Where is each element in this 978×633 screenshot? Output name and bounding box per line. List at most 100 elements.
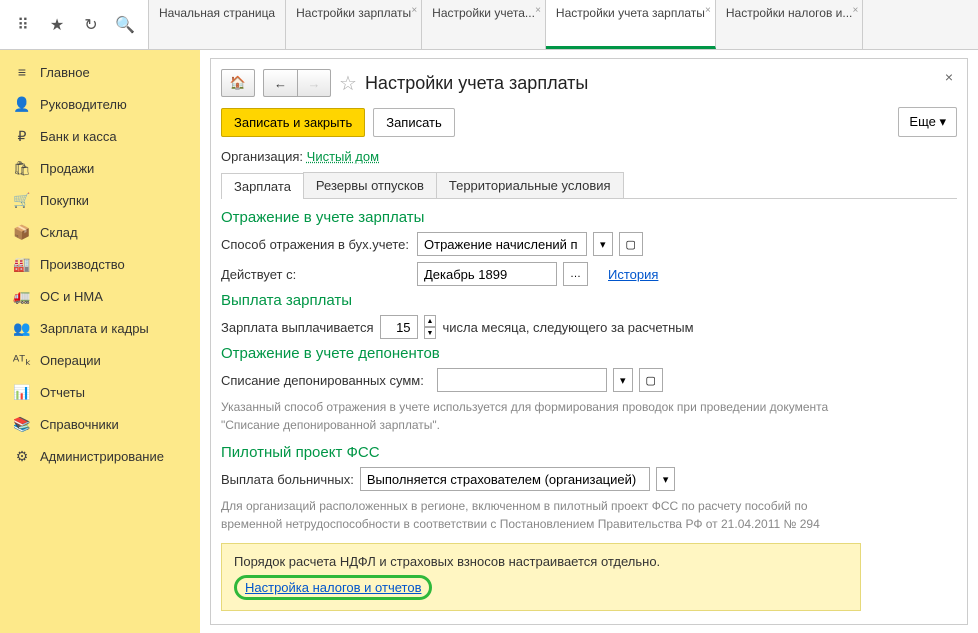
tab-body: Отражение в учете зарплаты Способ отраже… [221,209,957,611]
topbar: ⠿ ★ ↻ 🔍 Начальная страницаНастройки зарп… [0,0,978,50]
content: × 🏠 ← → ☆ Настройки учета зарплаты Запис… [210,58,968,625]
dep-dropdown-button[interactable]: ▾ [613,368,633,392]
sidebar-label: Операции [40,353,101,368]
close-icon[interactable]: × [945,69,953,85]
pay-day-input[interactable] [380,315,418,339]
sidebar-icon: ₽ [14,128,30,144]
section-reflect: Отражение в учете зарплаты [221,209,957,226]
tab-close-icon[interactable]: × [853,4,859,17]
sidebar-label: Склад [40,225,78,240]
sick-input[interactable] [360,467,650,491]
sidebar: ≡ Главное 👤 Руководителю ₽Банк и касса 🛍 Прода… [0,50,200,633]
sidebar-icon: 📚 [14,416,30,432]
star-icon[interactable]: ★ [42,9,72,41]
sick-dropdown-button[interactable]: ▾ [656,467,676,491]
actions-row: Записать и закрыть Записать Еще ▾ [221,107,957,137]
from-picker-button[interactable]: … [563,262,588,286]
sidebar-item[interactable]: ᴬᵀₖ Операции [0,344,200,376]
content-wrap: × 🏠 ← → ☆ Настройки учета зарплаты Запис… [200,50,978,633]
top-tab[interactable]: Настройки зарплаты× [286,0,422,49]
sidebar-item[interactable]: 👤 Руководителю [0,88,200,120]
top-tab[interactable]: Настройки налогов и...× [716,0,864,49]
sidebar-item[interactable]: 🚛 ОС и НМА [0,280,200,312]
from-label: Действует с: [221,267,411,282]
sick-label: Выплата больничных: [221,472,354,487]
pay-suffix: числа месяца, следующего за расчетным [442,320,693,335]
pay-label: Зарплата выплачивается [221,320,374,335]
sick-help: Для организаций расположенных в регионе,… [221,497,861,533]
section-pay: Выплата зарплаты [221,292,957,309]
tab-close-icon[interactable]: × [705,4,711,17]
sidebar-item[interactable]: ₽Банк и касса [0,120,200,152]
sidebar-label: Главное [40,65,90,80]
note-text: Порядок расчета НДФЛ и страховых взносов… [234,554,848,569]
sidebar-icon: 📦 [14,224,30,240]
top-tabs: Начальная страницаНастройки зарплаты×Нас… [149,0,978,49]
dep-open-button[interactable]: ▢ [639,368,663,392]
sidebar-icon: 📊 [14,384,30,400]
sidebar-item[interactable]: 🏭Производство [0,248,200,280]
search-icon[interactable]: 🔍 [110,9,140,41]
tax-settings-link[interactable]: Настройка налогов и отчетов [234,575,432,600]
top-tab[interactable]: Настройки учета зарплаты× [546,0,716,49]
sidebar-item[interactable]: 🛒 Покупки [0,184,200,216]
history-link[interactable]: История [608,267,658,282]
sidebar-label: ОС и НМА [40,289,103,304]
inner-tab[interactable]: Резервы отпусков [303,172,437,198]
reflect-input[interactable] [417,232,587,256]
section-dep: Отражение в учете депонентов [221,345,957,362]
sidebar-icon: 👤 [14,96,30,112]
from-input[interactable] [417,262,557,286]
reflect-open-button[interactable]: ▢ [619,232,643,256]
sidebar-label: Зарплата и кадры [40,321,149,336]
sidebar-icon: 🚛 [14,288,30,304]
reflect-dropdown-button[interactable]: ▾ [593,232,613,256]
org-row: Организация: Чистый дом [221,149,957,164]
sidebar-item[interactable]: ⚙Администрирование [0,440,200,472]
tab-close-icon[interactable]: × [535,4,541,17]
sidebar-label: Руководителю [40,97,127,112]
sidebar-icon: ⚙ [14,448,30,464]
save-button[interactable]: Записать [373,108,455,137]
sidebar-item[interactable]: 👥Зарплата и кадры [0,312,200,344]
sidebar-icon: 🛍 [14,160,30,176]
top-tab[interactable]: Начальная страница [149,0,286,49]
sidebar-icon: 🛒 [14,192,30,208]
tab-close-icon[interactable]: × [411,4,417,17]
more-button[interactable]: Еще ▾ [898,107,957,137]
forward-button[interactable]: → [297,69,331,97]
favorite-icon[interactable]: ☆ [339,71,357,96]
sidebar-icon: 🏭 [14,256,30,272]
sidebar-label: Справочники [40,417,119,432]
stepper-down[interactable]: ▼ [424,327,437,339]
sidebar-item[interactable]: 📊Отчеты [0,376,200,408]
sidebar-icon: ᴬᵀₖ [14,352,30,368]
toolbar-icons: ⠿ ★ ↻ 🔍 [0,0,149,49]
nav-toolbar: 🏠 ← → ☆ Настройки учета зарплаты [221,69,957,97]
org-link[interactable]: Чистый дом [307,149,379,164]
top-tab[interactable]: Настройки учета...× [422,0,546,49]
sidebar-item[interactable]: 📚 Справочники [0,408,200,440]
sidebar-item[interactable]: ≡ Главное [0,56,200,88]
sidebar-label: Покупки [40,193,89,208]
dep-input[interactable] [437,368,607,392]
inner-tab[interactable]: Зарплата [221,173,304,199]
apps-icon[interactable]: ⠿ [8,9,38,41]
dep-help: Указанный способ отражения в учете испол… [221,398,861,434]
sidebar-icon: ≡ [14,64,30,80]
save-close-button[interactable]: Записать и закрыть [221,108,365,137]
highlight-box: Порядок расчета НДФЛ и страховых взносов… [221,543,861,611]
sidebar-label: Продажи [40,161,94,176]
org-label: Организация: [221,149,303,164]
back-button[interactable]: ← [263,69,297,97]
stepper-up[interactable]: ▲ [424,315,437,327]
sidebar-item[interactable]: 📦 Склад [0,216,200,248]
sidebar-item[interactable]: 🛍 Продажи [0,152,200,184]
page-title: Настройки учета зарплаты [365,73,588,94]
home-button[interactable]: 🏠 [221,69,255,97]
inner-tabs: ЗарплатаРезервы отпусковТерриториальные … [221,172,957,199]
reflect-label: Способ отражения в бух.учете: [221,237,411,252]
inner-tab[interactable]: Территориальные условия [436,172,624,198]
section-fss: Пилотный проект ФСС [221,444,957,461]
history-icon[interactable]: ↻ [76,9,106,41]
